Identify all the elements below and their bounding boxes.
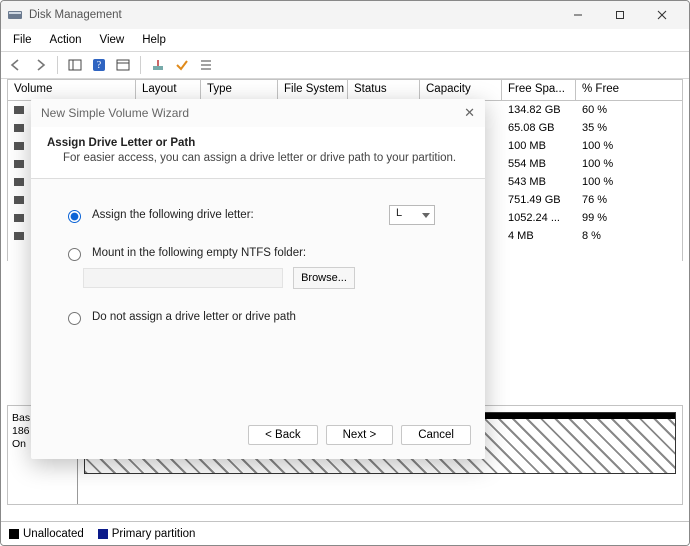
back-button[interactable] (5, 54, 27, 76)
wizard-header: Assign Drive Letter or Path For easier a… (31, 127, 485, 179)
settings-button[interactable] (147, 54, 169, 76)
toolbar-separator (140, 56, 141, 74)
forward-button[interactable] (29, 54, 51, 76)
wizard-title: New Simple Volume Wizard (41, 106, 189, 120)
wizard-title-bar: New Simple Volume Wizard ✕ (31, 99, 485, 127)
close-button[interactable] (641, 1, 683, 29)
volume-icon (14, 196, 24, 204)
volume-pct: 60 % (576, 104, 656, 116)
refresh-button[interactable] (112, 54, 134, 76)
volume-free: 1052.24 ... (502, 212, 576, 224)
drive-letter-select[interactable]: L (389, 205, 435, 225)
checkmark-button[interactable] (171, 54, 193, 76)
volume-free: 554 MB (502, 158, 576, 170)
col-volume[interactable]: Volume (8, 80, 136, 100)
volume-icon (14, 142, 24, 150)
radio-no-assign-input[interactable] (68, 312, 81, 325)
col-pct-free[interactable]: % Free (576, 80, 656, 100)
title-bar: Disk Management (1, 1, 689, 29)
col-layout[interactable]: Layout (136, 80, 201, 100)
legend: Unallocated Primary partition (1, 521, 689, 545)
radio-mount[interactable]: Mount in the following empty NTFS folder… (63, 245, 455, 261)
volume-free: 751.49 GB (502, 194, 576, 206)
toolbar-separator (57, 56, 58, 74)
volume-pct: 100 % (576, 158, 656, 170)
volume-icon (14, 106, 24, 114)
mount-folder-row: Browse... (63, 267, 455, 289)
volume-icon (14, 214, 24, 222)
volume-icon (14, 124, 24, 132)
legend-primary-label: Primary partition (112, 528, 196, 540)
radio-assign-letter-input[interactable] (68, 210, 81, 223)
disk-mgmt-icon (7, 7, 23, 23)
col-filesystem[interactable]: File System (278, 80, 348, 100)
browse-button[interactable]: Browse... (293, 267, 355, 289)
volume-free: 100 MB (502, 140, 576, 152)
new-simple-volume-wizard: New Simple Volume Wizard ✕ Assign Drive … (31, 99, 485, 459)
svg-text:?: ? (97, 60, 102, 71)
volume-pct: 99 % (576, 212, 656, 224)
menu-action[interactable]: Action (42, 32, 90, 48)
radio-no-assign[interactable]: Do not assign a drive letter or drive pa… (63, 309, 455, 325)
volume-pct: 76 % (576, 194, 656, 206)
help-button[interactable]: ? (88, 54, 110, 76)
volume-free: 134.82 GB (502, 104, 576, 116)
drive-assignment-radio-group: Assign the following drive letter: L Mou… (63, 205, 455, 325)
back-button[interactable]: < Back (248, 425, 317, 445)
col-type[interactable]: Type (201, 80, 278, 100)
volume-pct: 100 % (576, 140, 656, 152)
list-button[interactable] (195, 54, 217, 76)
menu-file[interactable]: File (5, 32, 40, 48)
mount-folder-input[interactable] (83, 268, 283, 288)
radio-assign-letter-label: Assign the following drive letter: (92, 209, 254, 221)
show-hide-tree-button[interactable] (64, 54, 86, 76)
volume-pct: 8 % (576, 230, 656, 242)
volume-free: 4 MB (502, 230, 576, 242)
content-area: Volume Layout Type File System Status Ca… (1, 79, 689, 545)
legend-unallocated: Unallocated (9, 528, 84, 540)
cancel-button[interactable]: Cancel (401, 425, 471, 445)
volume-icon (14, 232, 24, 240)
volume-free: 65.08 GB (502, 122, 576, 134)
legend-primary: Primary partition (98, 528, 196, 540)
minimize-button[interactable] (557, 1, 599, 29)
radio-assign-letter[interactable]: Assign the following drive letter: L (63, 205, 455, 225)
legend-primary-swatch (98, 529, 108, 539)
legend-unallocated-label: Unallocated (23, 528, 84, 540)
window-controls (557, 1, 683, 29)
col-capacity[interactable]: Capacity (420, 80, 502, 100)
menu-help[interactable]: Help (134, 32, 174, 48)
wizard-close-button[interactable]: ✕ (464, 105, 475, 121)
drive-letter-value: L (396, 207, 402, 219)
toolbar: ? (1, 51, 689, 79)
volume-pct: 35 % (576, 122, 656, 134)
radio-mount-label: Mount in the following empty NTFS folder… (92, 247, 306, 259)
volume-pct: 100 % (576, 176, 656, 188)
radio-no-assign-label: Do not assign a drive letter or drive pa… (92, 311, 296, 323)
col-free[interactable]: Free Spa... (502, 80, 576, 100)
wizard-body: Assign the following drive letter: L Mou… (31, 179, 485, 335)
radio-mount-input[interactable] (68, 248, 81, 261)
radio-mount-group: Mount in the following empty NTFS folder… (63, 245, 455, 289)
legend-unallocated-swatch (9, 529, 19, 539)
volume-icon (14, 160, 24, 168)
volume-list-header[interactable]: Volume Layout Type File System Status Ca… (7, 79, 683, 101)
maximize-button[interactable] (599, 1, 641, 29)
menu-view[interactable]: View (92, 32, 133, 48)
app-window: Disk Management File Action View Help ? … (0, 0, 690, 546)
wizard-heading: Assign Drive Letter or Path (47, 137, 469, 149)
menu-bar: File Action View Help (1, 29, 689, 51)
wizard-button-bar: < Back Next > Cancel (248, 425, 471, 445)
volume-free: 543 MB (502, 176, 576, 188)
wizard-subheading: For easier access, you can assign a driv… (47, 149, 469, 164)
col-status[interactable]: Status (348, 80, 420, 100)
app-title: Disk Management (29, 9, 122, 21)
next-button[interactable]: Next > (326, 425, 394, 445)
volume-icon (14, 178, 24, 186)
